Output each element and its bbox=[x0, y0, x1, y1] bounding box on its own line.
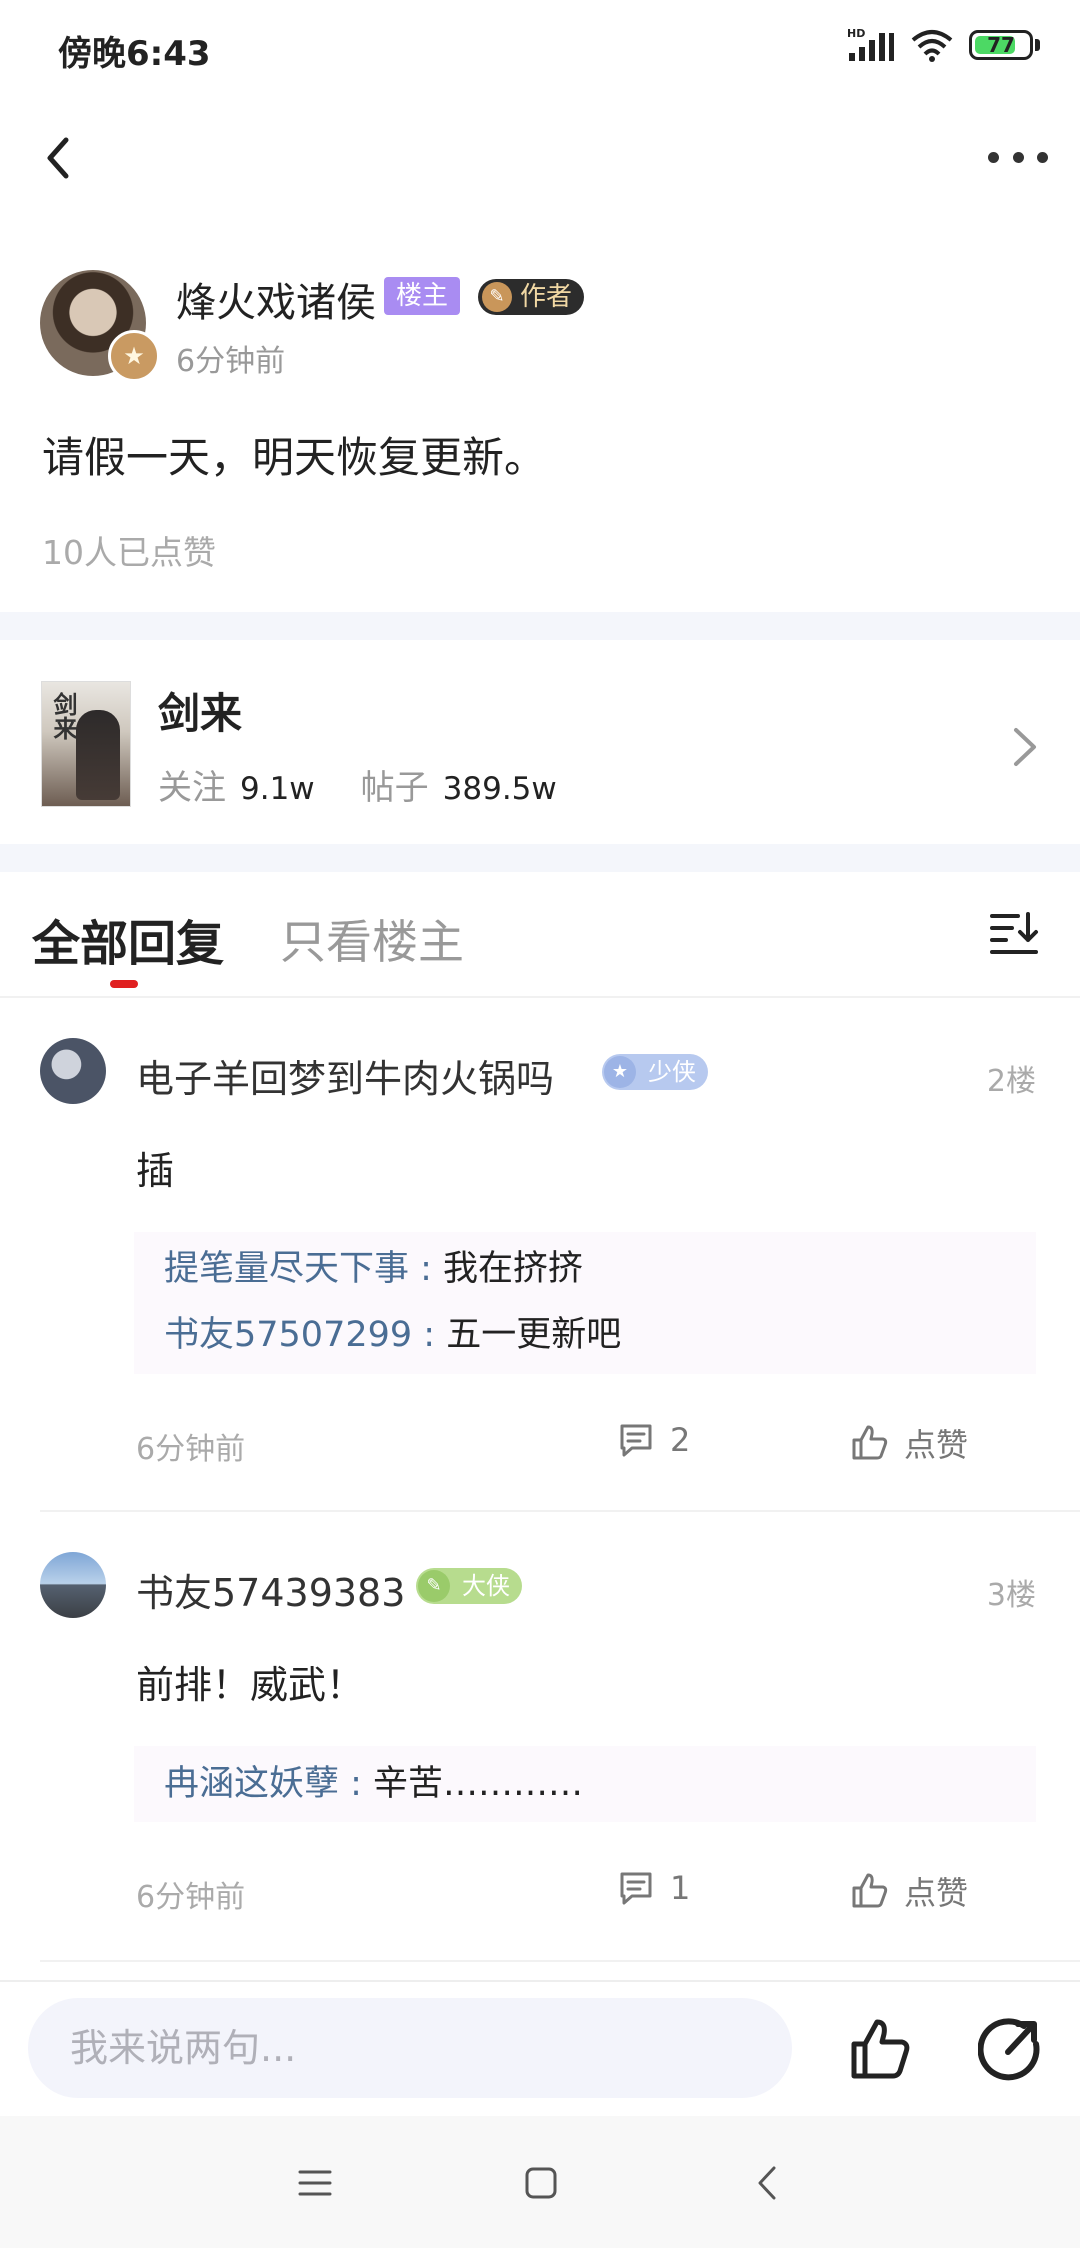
reply-time: 6分钟前 bbox=[136, 1880, 246, 1915]
level-badge-icon: ★ bbox=[108, 330, 160, 382]
battery-indicator: 77 bbox=[969, 30, 1033, 60]
sub-reply: 书友57507299 : 五一更新吧 bbox=[164, 1302, 1006, 1368]
reply-divider bbox=[40, 1960, 1080, 1962]
share-icon[interactable] bbox=[978, 2016, 1044, 2082]
wifi-icon bbox=[911, 30, 953, 62]
comment-count: 2 bbox=[670, 1421, 691, 1459]
posts-value: 389.5w bbox=[442, 771, 557, 807]
like-count[interactable]: 10人已点赞 bbox=[42, 526, 216, 574]
sub-reply-text: 五一更新吧 bbox=[446, 1315, 622, 1355]
reply-text: 前排！威武！ bbox=[136, 1663, 365, 1707]
posts-label: 帖子 bbox=[360, 768, 429, 808]
more-dot bbox=[988, 151, 999, 163]
like-button[interactable]: 点赞 bbox=[850, 1420, 968, 1466]
rank-badge: ✎ 大侠 bbox=[416, 1568, 522, 1604]
reply-username[interactable]: 电子羊回梦到牛肉火锅吗 bbox=[136, 1048, 554, 1103]
back-icon[interactable] bbox=[30, 128, 90, 188]
reply-time: 6分钟前 bbox=[136, 1432, 246, 1467]
like-button[interactable]: 点赞 bbox=[850, 1868, 968, 1914]
menu-icon[interactable] bbox=[298, 2166, 332, 2200]
sub-reply-user[interactable]: 书友57507299 : bbox=[164, 1315, 446, 1355]
thumbs-up-icon bbox=[852, 1425, 888, 1460]
sub-reply: 冉涵这妖孽 : 辛苦………… bbox=[164, 1751, 1006, 1817]
post-time: 6分钟前 bbox=[176, 344, 286, 379]
reply-avatar[interactable] bbox=[40, 1038, 106, 1104]
sub-reply-user[interactable]: 提笔量尽天下事 : bbox=[164, 1249, 443, 1289]
signal-icon: HD bbox=[847, 27, 894, 61]
tab-indicator bbox=[110, 980, 138, 988]
follow-value: 9.1w bbox=[240, 771, 315, 807]
more-button[interactable] bbox=[988, 135, 1048, 179]
pen-icon: ✎ bbox=[482, 282, 512, 312]
floor-number: 2楼 bbox=[986, 1064, 1036, 1099]
thumbs-up-icon[interactable] bbox=[848, 2016, 914, 2082]
rank-badge-label: 少侠 bbox=[648, 1058, 696, 1086]
comment-button[interactable]: 2 bbox=[616, 1420, 690, 1460]
author-tag-label: 作者 bbox=[520, 282, 573, 312]
like-label: 点赞 bbox=[904, 1874, 969, 1912]
section-divider bbox=[0, 844, 1080, 872]
comment-button[interactable]: 1 bbox=[616, 1868, 690, 1908]
comment-input[interactable] bbox=[28, 1998, 792, 2098]
sub-reply-text: 我在挤挤 bbox=[443, 1249, 584, 1289]
owner-badge: 楼主 bbox=[384, 277, 461, 315]
back-icon[interactable] bbox=[752, 2164, 782, 2202]
sub-replies[interactable]: 提笔量尽天下事 : 我在挤挤 书友57507299 : 五一更新吧 bbox=[134, 1232, 1036, 1374]
rank-badge-label: 大侠 bbox=[462, 1572, 510, 1600]
bottom-bar-divider bbox=[0, 1980, 1080, 1982]
post-content: 请假一天，明天恢复更新。 bbox=[42, 433, 547, 482]
sub-reply: 提笔量尽天下事 : 我在挤挤 bbox=[164, 1236, 1006, 1302]
more-dot bbox=[1037, 151, 1048, 163]
pen-icon: ✎ bbox=[418, 1570, 450, 1602]
like-label: 点赞 bbox=[904, 1426, 969, 1464]
book-stats: 关注 9.1w 帖子 389.5w bbox=[158, 760, 557, 809]
reply-text: 插 bbox=[136, 1149, 175, 1193]
thumbs-up-icon bbox=[852, 1873, 888, 1908]
author-tag: ✎ 作者 bbox=[478, 279, 585, 315]
reply-divider bbox=[40, 1510, 1080, 1512]
section-divider bbox=[0, 612, 1080, 640]
floor-number: 3楼 bbox=[986, 1578, 1036, 1613]
follow-label: 关注 bbox=[158, 768, 226, 808]
sort-icon[interactable] bbox=[988, 908, 1040, 956]
home-icon[interactable] bbox=[524, 2166, 558, 2200]
reply-avatar[interactable] bbox=[40, 1552, 106, 1618]
svg-text:HD: HD bbox=[847, 27, 865, 40]
comment-icon bbox=[620, 1424, 652, 1457]
book-cover[interactable]: 剑来 bbox=[42, 682, 130, 806]
book-title[interactable]: 剑来 bbox=[158, 680, 242, 741]
reply-username[interactable]: 书友57439383 bbox=[136, 1562, 405, 1617]
tabs-divider bbox=[0, 996, 1080, 998]
sub-reply-text: 辛苦………… bbox=[373, 1764, 584, 1804]
more-dot bbox=[1012, 151, 1024, 163]
comment-icon bbox=[620, 1872, 652, 1905]
star-icon: ★ bbox=[604, 1056, 636, 1088]
tab-owner-only[interactable]: 只看楼主 bbox=[280, 906, 464, 972]
book-cover-figure bbox=[76, 710, 120, 800]
status-time: 傍晚6:43 bbox=[58, 34, 211, 74]
battery-text: 77 bbox=[987, 33, 1015, 57]
sub-reply-user[interactable]: 冉涵这妖孽 : bbox=[164, 1764, 373, 1804]
rank-badge: ★ 少侠 bbox=[602, 1054, 708, 1090]
status-icons: HD 77 bbox=[847, 22, 1040, 68]
author-name[interactable]: 烽火戏诸侯 bbox=[176, 270, 376, 328]
tab-all-replies[interactable]: 全部回复 bbox=[32, 904, 224, 974]
comment-count: 1 bbox=[670, 1869, 691, 1907]
sub-replies[interactable]: 冉涵这妖孽 : 辛苦………… bbox=[134, 1746, 1036, 1822]
chevron-right-icon[interactable] bbox=[1010, 722, 1040, 772]
